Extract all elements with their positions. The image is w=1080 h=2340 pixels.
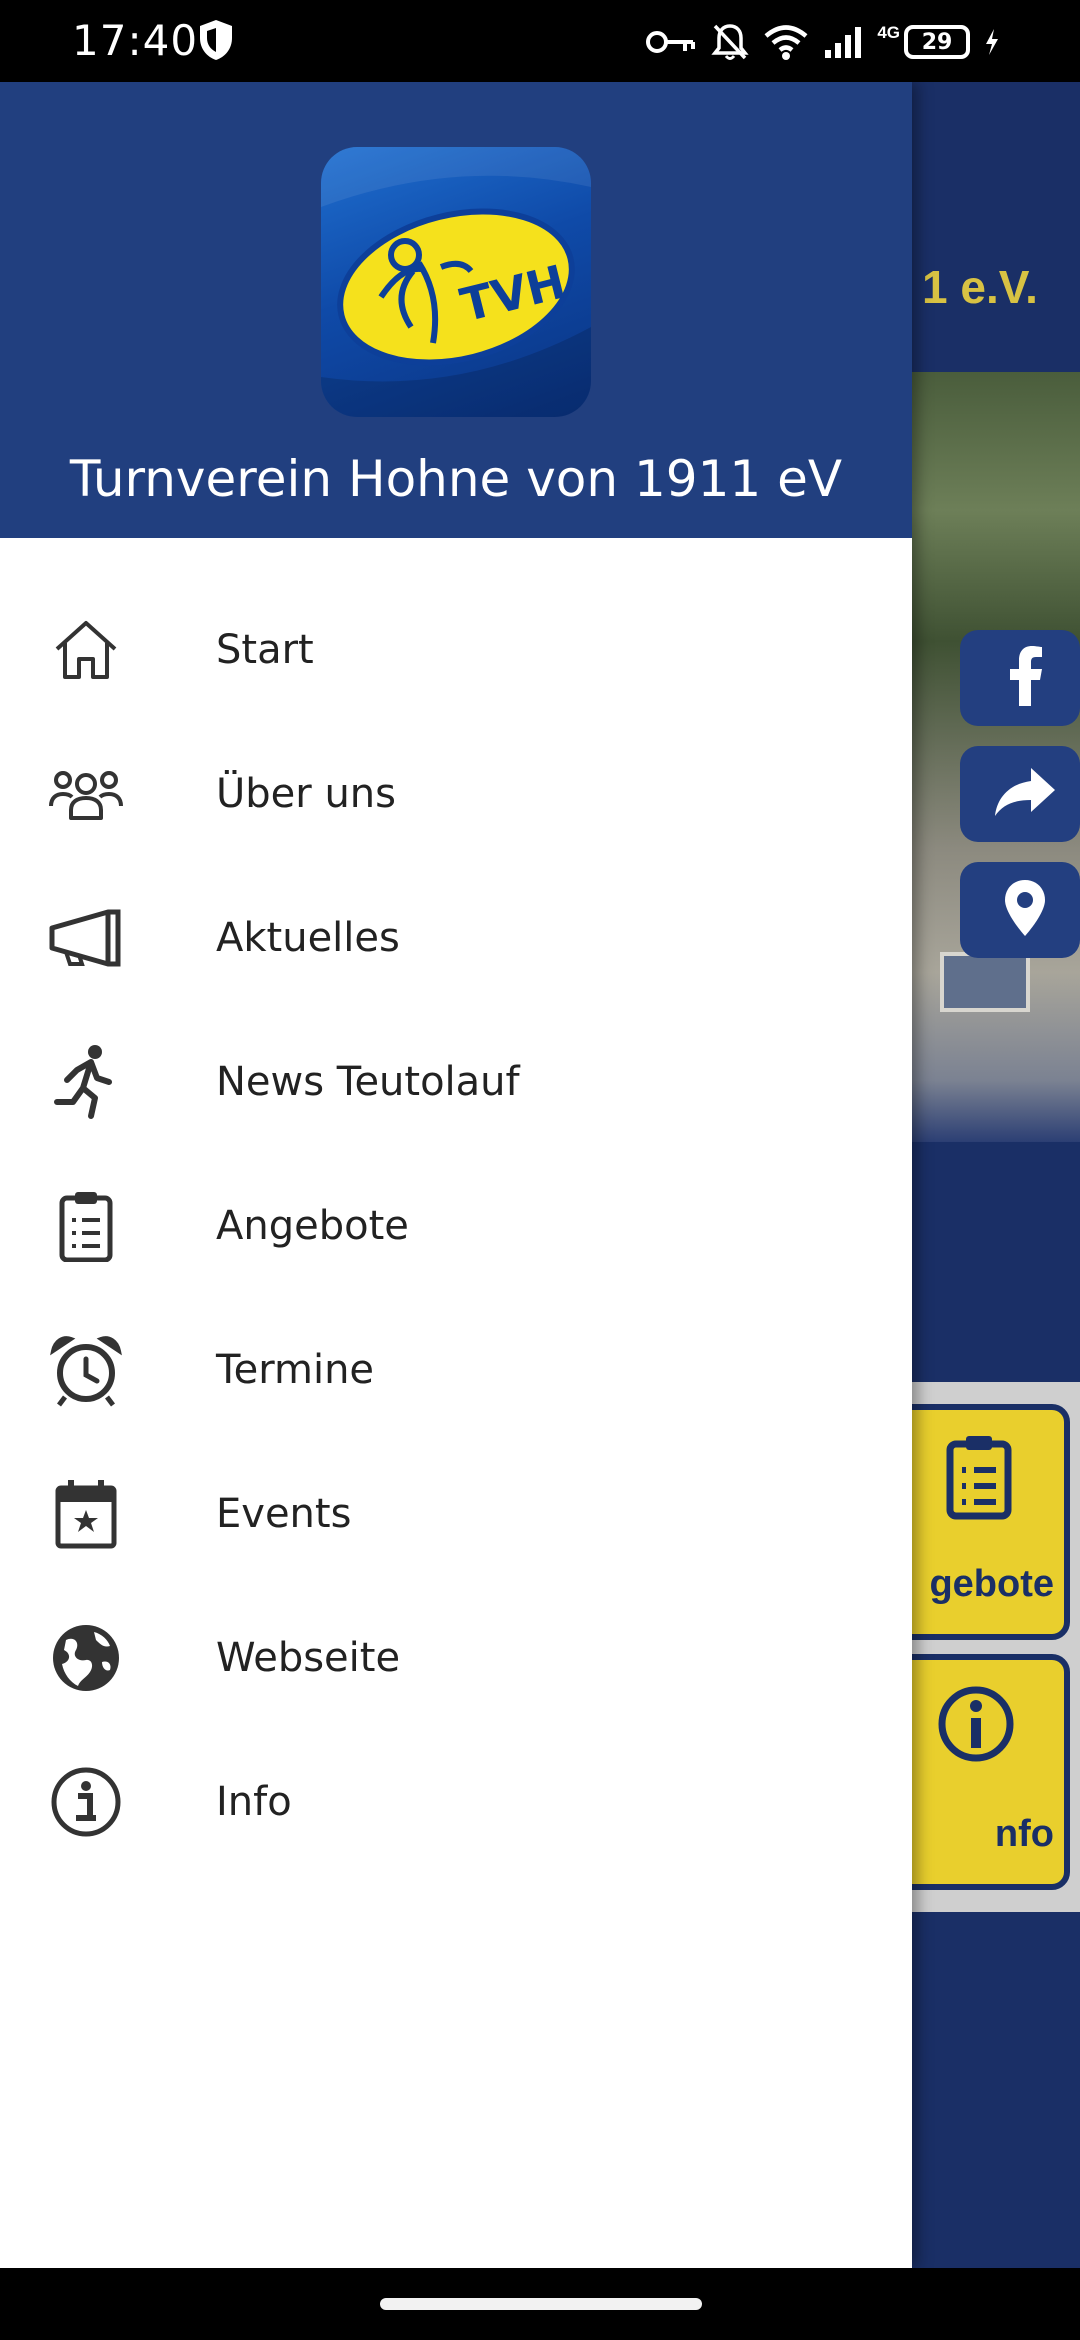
background-header-text: 1 e.V. <box>922 261 1038 313</box>
drawer-menu: Start Über uns Aktuelles News Teutolauf <box>0 578 912 1874</box>
menu-item-label: Start <box>216 627 314 673</box>
alarm-clock-icon <box>46 1330 126 1410</box>
home-gesture-handle[interactable] <box>380 2298 702 2310</box>
info-icon <box>914 1684 1016 1769</box>
club-logo: TVH <box>321 147 591 417</box>
facebook-icon <box>1003 645 1047 711</box>
club-name: Turnverein Hohne von 1911 eV <box>69 450 843 508</box>
network-type: 4G <box>877 23 900 42</box>
clipboard-list-icon <box>46 1186 126 1266</box>
background-tile-angebote[interactable]: gebote <box>910 1404 1070 1640</box>
home-icon <box>46 610 126 690</box>
drawer-header: TVH Turnverein Hohne von 1911 eV <box>0 82 912 538</box>
megaphone-icon <box>46 898 126 978</box>
menu-item-start[interactable]: Start <box>0 578 912 722</box>
menu-item-termine[interactable]: Termine <box>0 1298 912 1442</box>
info-icon <box>46 1762 126 1842</box>
charging-icon <box>984 27 1000 57</box>
menu-item-label: Info <box>216 1779 292 1825</box>
background-tile-info[interactable]: nfo <box>910 1654 1070 1890</box>
vpn-key-icon <box>645 27 697 57</box>
menu-item-ueber-uns[interactable]: Über uns <box>0 722 912 866</box>
battery-level: 29 <box>921 29 953 55</box>
navigation-drawer: TVH Turnverein Hohne von 1911 eV Start Ü… <box>0 82 912 2268</box>
menu-item-events[interactable]: Events <box>0 1442 912 1586</box>
battery-icon: 29 <box>904 25 970 59</box>
system-nav-bar <box>0 2268 1080 2340</box>
menu-item-webseite[interactable]: Webseite <box>0 1586 912 1730</box>
menu-item-label: Events <box>216 1491 352 1537</box>
background-tile-label: gebote <box>929 1563 1054 1605</box>
background-app: 1 e.V. gebote nfo <box>910 82 1080 2268</box>
location-button[interactable] <box>960 862 1080 958</box>
wifi-icon <box>763 23 809 61</box>
running-icon <box>46 1042 126 1122</box>
menu-item-label: News Teutolauf <box>216 1059 520 1105</box>
clipboard-list-icon <box>914 1434 1014 1525</box>
background-tile-label: nfo <box>994 1813 1054 1855</box>
shield-icon <box>196 18 236 62</box>
menu-item-label: Webseite <box>216 1635 401 1681</box>
globe-icon <box>46 1618 126 1698</box>
calendar-star-icon <box>46 1474 126 1554</box>
menu-item-label: Termine <box>216 1347 375 1393</box>
menu-item-aktuelles[interactable]: Aktuelles <box>0 866 912 1010</box>
menu-item-label: Über uns <box>216 771 396 817</box>
menu-item-news-teutolauf[interactable]: News Teutolauf <box>0 1010 912 1154</box>
share-button[interactable] <box>960 746 1080 842</box>
signal-icon <box>823 24 863 60</box>
facebook-button[interactable] <box>960 630 1080 726</box>
menu-item-angebote[interactable]: Angebote <box>0 1154 912 1298</box>
menu-item-label: Angebote <box>216 1203 409 1249</box>
menu-item-info[interactable]: Info <box>0 1730 912 1874</box>
menu-item-label: Aktuelles <box>216 915 400 961</box>
status-time: 17:40 <box>72 16 199 65</box>
notifications-off-icon <box>711 22 749 62</box>
status-bar: 17:40 4G 29 <box>0 0 1080 82</box>
share-icon <box>993 766 1057 823</box>
location-icon <box>1003 878 1047 943</box>
group-icon <box>46 754 126 834</box>
